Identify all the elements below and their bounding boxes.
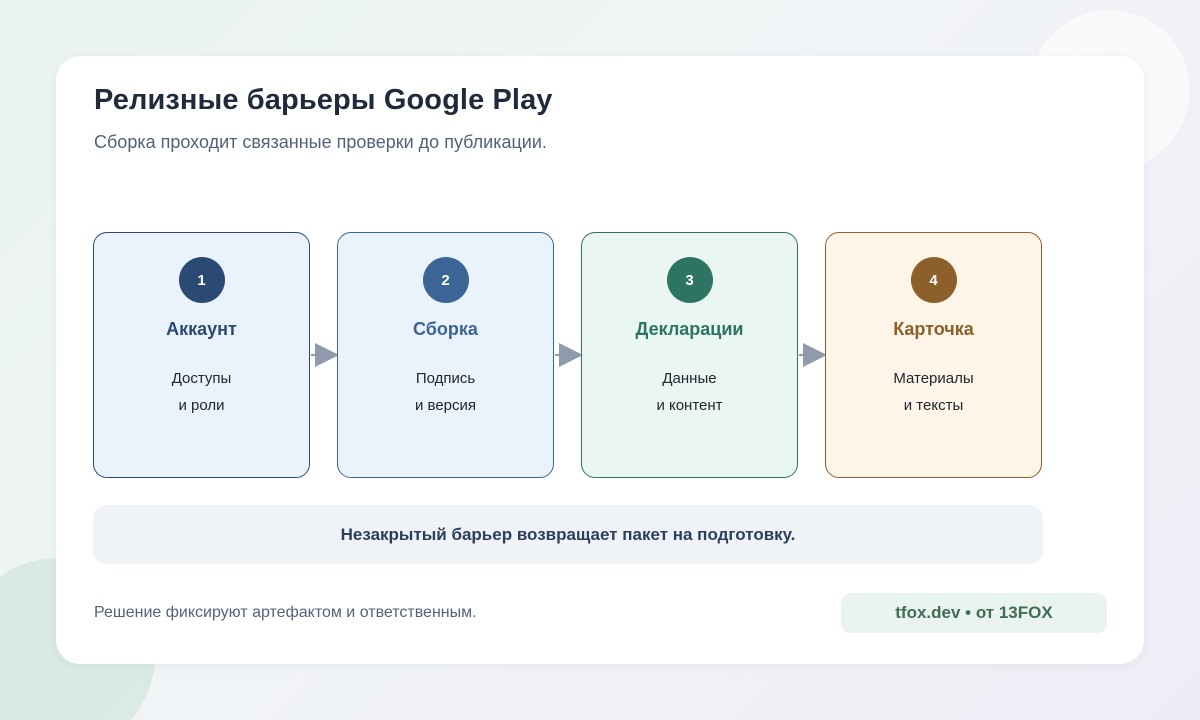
step-number-badge: 1 <box>178 257 225 303</box>
footer-note: Решение фиксируют артефактом и ответстве… <box>94 604 477 621</box>
brand-badge: tfox.dev • от 13FOX <box>841 593 1107 633</box>
step-number-badge: 2 <box>422 257 469 303</box>
step-number-badge: 3 <box>666 257 713 303</box>
step-description-line: Доступы <box>171 370 232 387</box>
step-description-line: и контент <box>656 397 723 414</box>
steps-flow: 1 Аккаунт Доступы и роли 2 Сборка Подпис… <box>56 56 1144 664</box>
step-title: Декларации <box>635 319 744 339</box>
step-card-build: 2 Сборка Подпись и версия <box>337 232 554 478</box>
step-card-listing: 4 Карточка Материалы и тексты <box>825 232 1042 478</box>
step-title: Аккаунт <box>166 319 237 339</box>
step-description-line: Подпись <box>415 370 476 387</box>
step-card-declarations: 3 Декларации Данные и контент <box>581 232 798 478</box>
step-number-badge: 4 <box>910 257 957 303</box>
step-title: Карточка <box>893 319 974 339</box>
step-title: Сборка <box>413 319 478 339</box>
step-description-line: Материалы <box>893 370 974 387</box>
step-description-line: и версия <box>414 397 477 414</box>
main-card: Релизные барьеры Google Play Сборка прох… <box>56 56 1144 664</box>
warning-banner: Незакрытый барьер возвращает пакет на по… <box>93 505 1043 564</box>
step-card-account: 1 Аккаунт Доступы и роли <box>93 232 310 478</box>
step-description-line: и роли <box>178 397 225 414</box>
step-description-line: и тексты <box>903 397 964 414</box>
step-description-line: Данные <box>662 370 717 387</box>
